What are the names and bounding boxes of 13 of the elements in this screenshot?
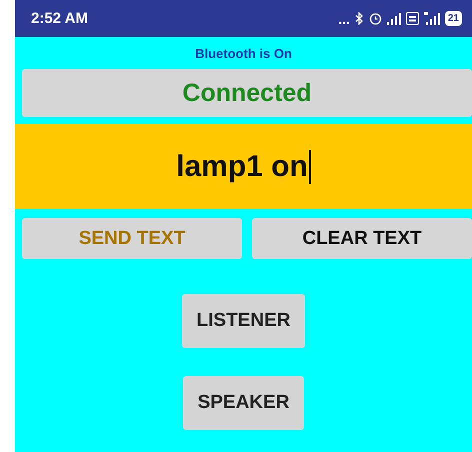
- signal-icon: [424, 12, 440, 25]
- clock-text: 2:52 AM: [31, 10, 88, 27]
- notification-dots: ...: [338, 10, 350, 26]
- signal-icon: [386, 12, 401, 24]
- connection-status: Connected: [22, 69, 472, 117]
- listener-button[interactable]: LISTENER: [182, 294, 306, 348]
- bluetooth-icon: [354, 12, 364, 25]
- battery-icon: 21: [444, 11, 462, 26]
- speaker-button[interactable]: SPEAKER: [182, 376, 304, 430]
- clear-button[interactable]: CLEAR TEXT: [252, 218, 472, 259]
- message-field[interactable]: lamp1 on: [15, 124, 472, 209]
- bluetooth-status-text: Bluetooth is On: [194, 46, 293, 61]
- alarm-clock-icon: [368, 12, 382, 25]
